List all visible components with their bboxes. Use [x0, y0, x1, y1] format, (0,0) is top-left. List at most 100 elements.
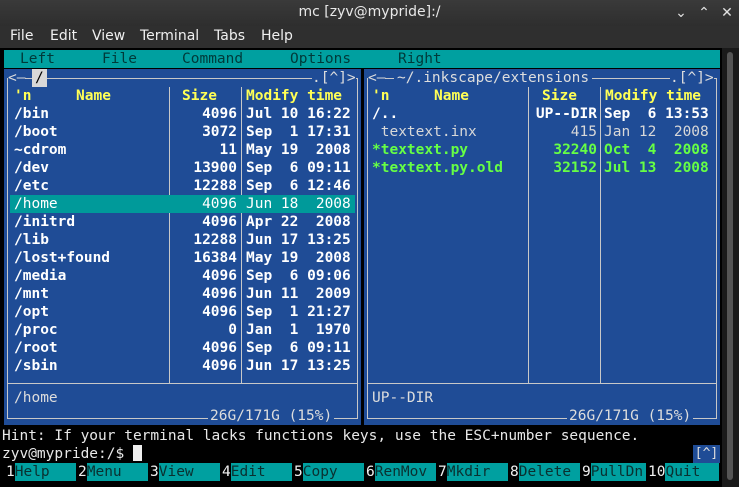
selected-file-row[interactable]: /home 4096 Jun 18 2008	[10, 195, 355, 213]
file-row[interactable]: /boot 3072 Sep 1 17:31	[10, 123, 355, 141]
file-row[interactable]: *textext.py 32240 Oct 4 2008	[370, 141, 714, 159]
mc-menu-left[interactable]: Left	[20, 50, 55, 68]
file-row[interactable]: /initrd 4096 Apr 22 2008	[10, 213, 355, 231]
fkey-renmov[interactable]: 6RenMov	[366, 463, 436, 481]
file-row[interactable]: /root 4096 Sep 6 09:11	[10, 339, 355, 357]
left-header-sort[interactable]: 'n	[14, 87, 31, 105]
file-mtime: Sep 6 13:53	[604, 106, 709, 122]
terminal-scrollbar-thumb[interactable]	[727, 52, 733, 480]
file-name: /bin	[14, 106, 49, 122]
file-row[interactable]: /opt 4096 Sep 1 21:27	[10, 303, 355, 321]
file-row[interactable]: /dev 13900 Sep 6 09:11	[10, 159, 355, 177]
left-panel-path[interactable]: /	[32, 69, 47, 87]
right-header-sort[interactable]: 'n	[372, 87, 389, 105]
mc-menu-right[interactable]: Right	[398, 50, 442, 68]
file-name: textext.inx	[372, 124, 477, 140]
right-header-size[interactable]: Size	[542, 87, 577, 105]
file-row[interactable]: /media 4096 Sep 6 09:06	[10, 267, 355, 285]
file-size: 4096	[202, 340, 237, 356]
file-name: /initrd	[14, 214, 76, 230]
menu-view[interactable]: View	[92, 28, 125, 44]
left-panel-status: /home	[14, 390, 58, 406]
file-mtime: Apr 22 2008	[246, 214, 351, 230]
maximize-icon[interactable]: ⌃	[695, 4, 713, 22]
left-panel-scroll-indicator[interactable]: .[^]>	[312, 69, 356, 87]
terminal-menubar: File Edit View Terminal Tabs Help	[0, 26, 739, 48]
mc-menu-command[interactable]: Command	[182, 50, 243, 68]
file-row[interactable]: /lost+found 16384 May 19 2008	[10, 249, 355, 267]
file-name: /lib	[14, 232, 49, 248]
file-row[interactable]: /etc 12288 Sep 6 12:46	[10, 177, 355, 195]
file-row[interactable]: /.. UP--DIR Sep 6 13:53	[370, 105, 714, 123]
fkey-delete[interactable]: 8Delete	[510, 463, 580, 481]
menu-edit[interactable]: Edit	[50, 28, 77, 44]
fkey-copy[interactable]: 5Copy	[294, 463, 364, 481]
fkey-pulldn[interactable]: 9PullDn	[582, 463, 646, 481]
left-panel-disk: 26G/171G (15%)	[208, 407, 335, 425]
function-key-bar: 1Help 2Menu 3View 4Edit 5Copy 6RenMov 7Mkdir 8D…	[0, 463, 720, 483]
right-panel-path[interactable]: ~/.inkscape/extensions	[394, 69, 593, 87]
fkey-view[interactable]: 3View	[150, 463, 220, 481]
window-titlebar: mc [zyv@mypride]:/ ⌄ ⌃ ✕	[0, 0, 739, 26]
file-size: 32240	[553, 142, 597, 158]
file-name: /opt	[14, 304, 49, 320]
fkey-number: 1	[6, 464, 15, 480]
mc-menu-file[interactable]: File	[102, 50, 137, 68]
left-panel[interactable]: <— / .[^]> 'n Name Size Modify time /hom…	[4, 69, 361, 425]
left-panel-corner[interactable]: <—	[8, 69, 26, 87]
file-name: *textext.py	[372, 142, 469, 158]
right-header-name[interactable]: Name	[434, 87, 469, 105]
fkey-number: 8	[510, 464, 519, 480]
mc-menu-bar: Left File Command Options Right	[4, 50, 720, 68]
file-size: UP--DIR	[535, 106, 597, 122]
file-name: ~cdrom	[14, 142, 67, 158]
file-size: 4096	[202, 106, 237, 122]
file-row[interactable]: ~cdrom 11 May 19 2008	[10, 141, 355, 159]
file-name: /home	[14, 196, 58, 212]
file-name: *textext.py.old	[372, 160, 503, 176]
fkey-help[interactable]: 1Help	[6, 463, 76, 481]
menu-help[interactable]: Help	[261, 28, 293, 44]
fkey-number: 7	[438, 464, 447, 480]
fkey-number: 10	[648, 464, 666, 480]
terminal-scrollbar[interactable]	[722, 48, 739, 487]
mc-menu-options[interactable]: Options	[290, 50, 351, 68]
file-row[interactable]: /sbin 4096 Jun 17 13:25	[10, 357, 355, 375]
menu-tabs[interactable]: Tabs	[214, 28, 245, 44]
right-header-time[interactable]: Modify time	[605, 87, 701, 105]
fkey-label: Quit	[665, 463, 720, 481]
file-size: 32152	[553, 160, 597, 176]
fkey-label: Mkdir	[446, 463, 508, 481]
file-row[interactable]: /mnt 4096 Jun 11 2009	[10, 285, 355, 303]
terminal-area[interactable]: Left File Command Options Right <— / .[^…	[0, 48, 739, 487]
file-row[interactable]: /proc 0 Jan 1 1970	[10, 321, 355, 339]
right-panel-corner[interactable]: <—	[368, 69, 386, 87]
left-header-time[interactable]: Modify time	[246, 87, 342, 105]
file-row[interactable]: /lib 12288 Jun 17 13:25	[10, 231, 355, 249]
close-icon[interactable]: ✕	[718, 4, 736, 22]
window-title: mc [zyv@mypride]:/	[298, 4, 441, 20]
right-panel-header: <— ~/.inkscape/extensions .[^]>	[364, 69, 720, 87]
file-row[interactable]: textext.inx 415 Jan 12 2008	[370, 123, 714, 141]
left-header-size[interactable]: Size	[182, 87, 217, 105]
fkey-menu[interactable]: 2Menu	[78, 463, 148, 481]
fkey-edit[interactable]: 4Edit	[222, 463, 292, 481]
file-row[interactable]: *textext.py.old 32152 Jul 13 2008	[370, 159, 714, 177]
left-header-name[interactable]: Name	[76, 87, 111, 105]
fkey-label: View	[158, 463, 220, 481]
right-panel-scroll-indicator[interactable]: .[^]>	[670, 69, 714, 87]
menu-terminal[interactable]: Terminal	[140, 28, 199, 44]
file-mtime: Jan 1 1970	[246, 322, 351, 338]
shell-prompt[interactable]: zyv@mypride:/$	[2, 445, 142, 463]
menu-file[interactable]: File	[10, 28, 33, 44]
fkey-mkdir[interactable]: 7Mkdir	[438, 463, 508, 481]
fkey-quit[interactable]: 10Quit	[648, 463, 720, 481]
fkey-label: Edit	[230, 463, 292, 481]
file-row[interactable]: /bin 4096 Jul 10 16:22	[10, 105, 355, 123]
command-scroll-indicator[interactable]: [^]	[693, 445, 720, 463]
file-name: /mnt	[14, 286, 49, 302]
file-mtime: Jun 18 2008	[246, 196, 351, 212]
right-panel[interactable]: <— ~/.inkscape/extensions .[^]> 'n Name …	[364, 69, 720, 425]
minimize-icon[interactable]: ⌄	[672, 4, 690, 22]
file-size: 3072	[202, 124, 237, 140]
